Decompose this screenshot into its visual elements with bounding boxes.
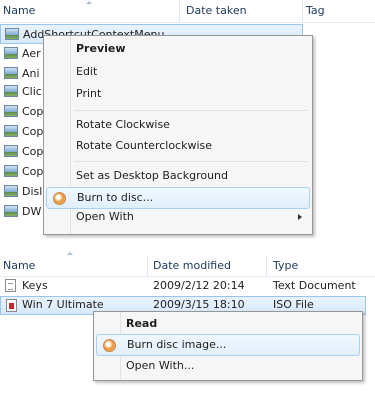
menu-item-read[interactable]: Read — [96, 313, 360, 335]
column-header-type[interactable]: Type — [268, 256, 375, 276]
image-file-icon — [4, 105, 18, 117]
image-file-icon — [5, 28, 19, 40]
file-name: Cop — [22, 165, 44, 178]
image-file-icon — [4, 165, 18, 177]
column-header-tags[interactable]: Tag — [304, 0, 375, 22]
file-type: ISO File — [273, 298, 314, 311]
menu-item-rotate-clockwise[interactable]: Rotate Clockwise — [46, 114, 310, 136]
file-type: Text Document — [273, 279, 356, 292]
file-name: Keys — [22, 279, 48, 292]
menu-item-label: Rotate Clockwise — [76, 118, 170, 131]
image-file-icon — [4, 145, 18, 157]
column-header-date-label: Date modified — [153, 259, 231, 272]
menu-item-label: Set as Desktop Background — [76, 169, 229, 182]
image-file-icon — [4, 85, 18, 97]
column-header-date-label: Date taken — [186, 4, 247, 17]
file-name: Cop — [22, 125, 44, 138]
menu-item-label: Print — [76, 87, 102, 100]
column-header-tags-label: Tag — [306, 4, 325, 17]
image-file-icon — [4, 67, 18, 79]
menu-item-label: Rotate Counterclockwise — [76, 139, 213, 152]
column-header-name[interactable]: Name — [0, 256, 148, 276]
top-explorer-pane: Name Date taken Tag AddShortcutContextMe… — [0, 0, 375, 240]
context-menu: Preview Edit Print Rotate Clockwise Rota… — [43, 35, 313, 235]
file-name: DW — [22, 205, 42, 218]
file-name: Cop — [22, 145, 44, 158]
file-date-modified: 2009/2/12 20:14 — [153, 279, 245, 292]
context-menu: Read Burn disc image... Open With... — [93, 311, 363, 381]
menu-item-label: Open With — [76, 210, 134, 223]
menu-item-label: Open With... — [126, 359, 195, 372]
file-name: Win 7 Ultimate — [22, 298, 104, 311]
file-name: Ani — [22, 67, 40, 80]
image-file-icon — [4, 125, 18, 137]
iso-file-icon — [6, 299, 17, 312]
column-header-date-taken[interactable]: Date taken — [181, 0, 303, 22]
file-name: Clic — [22, 85, 42, 98]
sort-ascending-icon — [86, 1, 92, 4]
text-document-icon — [5, 279, 16, 292]
menu-item-edit[interactable]: Edit — [46, 61, 310, 83]
column-header-type-label: Type — [273, 259, 299, 272]
menu-separator — [74, 110, 308, 111]
burn-disc-icon — [53, 192, 66, 205]
column-header-date-modified[interactable]: Date modified — [149, 256, 267, 276]
menu-item-open-with[interactable]: Open With... — [96, 355, 360, 377]
submenu-arrow-icon — [298, 214, 302, 220]
menu-item-print[interactable]: Print — [46, 83, 310, 105]
column-header-name-label: Name — [3, 4, 36, 17]
header-divider — [0, 22, 375, 23]
sort-ascending-icon — [67, 252, 73, 255]
image-file-icon — [4, 47, 18, 59]
menu-item-rotate-counterclockwise[interactable]: Rotate Counterclockwise — [46, 135, 310, 157]
menu-item-label: Preview — [76, 42, 126, 55]
menu-item-label: Edit — [76, 65, 98, 78]
menu-item-preview[interactable]: Preview — [46, 38, 310, 60]
image-file-icon — [4, 185, 18, 197]
image-file-icon — [4, 205, 18, 217]
file-name: Disl — [22, 185, 43, 198]
file-row[interactable]: Keys 2009/2/12 20:14 Text Document — [0, 277, 366, 296]
menu-item-burn-disc-image[interactable]: Burn disc image... — [96, 334, 360, 356]
menu-item-open-with[interactable]: Open With — [46, 206, 310, 228]
column-header-name-label: Name — [3, 259, 36, 272]
file-date-modified: 2009/3/15 18:10 — [153, 298, 245, 311]
menu-separator — [74, 161, 308, 162]
file-name: Cop — [22, 105, 44, 118]
burn-disc-icon — [103, 339, 116, 352]
menu-item-label: Read — [126, 317, 158, 330]
menu-item-set-desktop-background[interactable]: Set as Desktop Background — [46, 165, 310, 187]
file-name: Aer — [22, 47, 41, 60]
menu-item-label: Burn disc image... — [127, 338, 227, 351]
